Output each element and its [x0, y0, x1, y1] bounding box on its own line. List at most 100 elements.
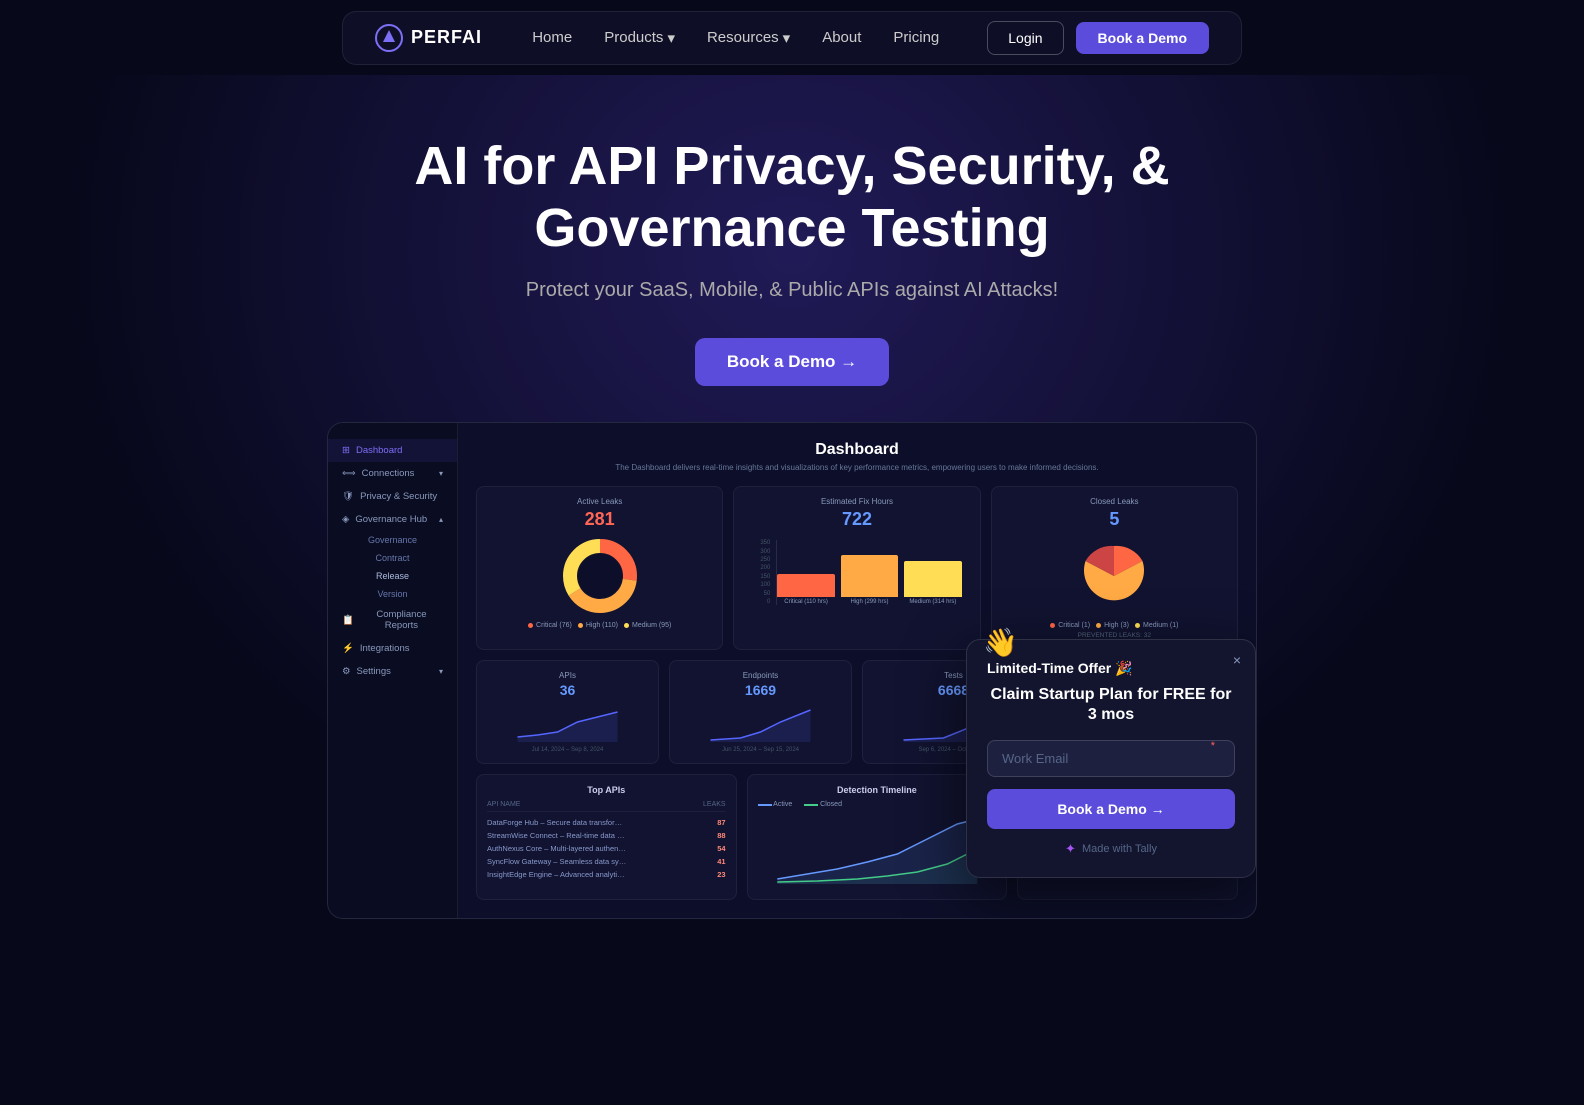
nav-pricing[interactable]: Pricing [893, 29, 939, 46]
table-row: AuthNexus Core – Multi-layered authentic… [487, 842, 726, 855]
high-dot [578, 623, 583, 628]
integrations-icon: ⚡ [342, 643, 354, 654]
bar-critical [777, 574, 834, 597]
table-row: DataForge Hub – Secure data transformati… [487, 816, 726, 829]
table-row: StreamWise Connect – Real-time data stre… [487, 829, 726, 842]
fix-hours-value: 722 [744, 509, 969, 530]
hand-emoji: 👋 [983, 626, 1018, 659]
hero-section: AI for API Privacy, Security, & Governan… [0, 75, 1584, 959]
logo[interactable]: PERFAI [375, 24, 482, 52]
required-indicator: * [1211, 740, 1215, 752]
logo-text: PERFAI [411, 27, 482, 48]
sidebar-label-privacy: Privacy & Security [360, 491, 437, 502]
top-apis-header: API NAME LEAKS [487, 801, 726, 812]
chevron-down-icon: ▾ [783, 29, 791, 47]
metric-fix-hours: Estimated Fix Hours 722 3503002502001501… [733, 486, 980, 650]
fix-hours-label: Estimated Fix Hours [744, 497, 969, 506]
nav-resources[interactable]: Resources ▾ [707, 29, 790, 47]
top-apis-title: Top APIs [487, 785, 726, 795]
metric-endpoints: Endpoints 1669 Jun 25, 2024 – Sep 15, 20… [669, 660, 852, 764]
active-leaks-legend: Critical (76) High (110) Medium (95) [487, 622, 712, 629]
endpoints-date-range: Jun 25, 2024 – Sep 15, 2024 [680, 747, 841, 753]
apis-date-range: Jul 14, 2024 – Sep 8, 2024 [487, 747, 648, 753]
privacy-icon: 🛡 [342, 491, 354, 502]
sidebar-label-integrations: Integrations [360, 643, 410, 654]
closed-leaks-label: Closed Leaks [1002, 497, 1227, 506]
sidebar-sub-governance[interactable]: Governance [328, 531, 457, 549]
active-leaks-label: Active Leaks [487, 497, 712, 506]
email-field[interactable] [987, 740, 1235, 777]
popup-email-wrap: * [987, 740, 1235, 777]
closed-line-icon [804, 804, 818, 806]
dashboard-icon: ⊞ [342, 445, 350, 456]
chevron-icon: ▾ [439, 469, 443, 478]
medium-dot2 [1135, 623, 1140, 628]
nav-about[interactable]: About [822, 29, 861, 46]
endpoints-value: 1669 [680, 682, 841, 698]
closed-leaks-pie [1002, 536, 1227, 616]
apis-value: 36 [487, 682, 648, 698]
hero-subtitle: Protect your SaaS, Mobile, & Public APIs… [20, 279, 1564, 302]
active-leaks-donut [487, 536, 712, 616]
active-leaks-value: 281 [487, 509, 712, 530]
sidebar-label-dashboard: Dashboard [356, 445, 402, 456]
sidebar-sub-release[interactable]: Release [328, 567, 457, 585]
closed-leaks-value: 5 [1002, 509, 1227, 530]
endpoints-label: Endpoints [680, 671, 841, 680]
popup-book-demo-button[interactable]: Book a Demo → [987, 789, 1235, 829]
logo-icon [375, 24, 403, 52]
high-dot2 [1096, 623, 1101, 628]
sidebar-sub-contract[interactable]: Contract [328, 549, 457, 567]
nav-home[interactable]: Home [532, 29, 572, 46]
popup-offer: 👋 × Limited-Time Offer 🎉 Claim Startup P… [966, 639, 1256, 879]
chevron-down-icon: ▾ [439, 667, 443, 676]
dashboard-subtitle: The Dashboard delivers real-time insight… [476, 463, 1238, 472]
compliance-icon: 📋 [342, 615, 354, 626]
nav-products[interactable]: Products ▾ [604, 29, 675, 47]
connections-icon: ⟺ [342, 468, 356, 479]
timeline-legend: Active Closed [758, 801, 997, 808]
sidebar-label-governance: Governance Hub [355, 514, 427, 525]
sidebar-item-settings[interactable]: ⚙ Settings ▾ [328, 660, 457, 683]
sidebar-item-privacy[interactable]: 🛡 Privacy & Security [328, 485, 457, 508]
sidebar-item-connections[interactable]: ⟺ Connections ▾ [328, 462, 457, 485]
detection-timeline-title: Detection Timeline [758, 785, 997, 795]
popup-close-button[interactable]: × [1233, 652, 1241, 668]
active-line-icon [758, 804, 772, 806]
closed-leaks-legend: Critical (1) High (3) Medium (1) [1002, 622, 1227, 629]
metric-active-leaks: Active Leaks 281 [476, 486, 723, 650]
login-button[interactable]: Login [987, 21, 1063, 55]
sidebar-item-compliance[interactable]: 📋 Compliance Reports [328, 603, 457, 637]
book-demo-hero-button[interactable]: Book a Demo → [695, 338, 889, 386]
bar-high [841, 555, 898, 597]
bar-medium [904, 561, 961, 597]
popup-footer: ✦ Made with Tally [987, 841, 1235, 857]
table-row: SyncFlow Gateway – Seamless data synchro… [487, 855, 726, 868]
metric-apis: APIs 36 Jul 14, 2024 – Sep 8, 2024 [476, 660, 659, 764]
chevron-down-icon: ▾ [667, 29, 675, 47]
chevron-up-icon: ▴ [439, 515, 443, 524]
dashboard-title: Dashboard [476, 441, 1238, 459]
metrics-row-1: Active Leaks 281 [476, 486, 1238, 650]
sidebar: ⊞ Dashboard ⟺ Connections ▾ 🛡 Privacy & … [328, 423, 458, 918]
popup-claim-label: Claim Startup Plan for FREE for 3 mos [987, 685, 1235, 727]
settings-icon: ⚙ [342, 666, 351, 677]
made-with-tally: Made with Tally [1082, 843, 1157, 855]
popup-offer-label: Limited-Time Offer 🎉 [987, 660, 1235, 677]
sidebar-sub-version[interactable]: Version [328, 585, 457, 603]
sidebar-item-dashboard[interactable]: ⊞ Dashboard [328, 439, 457, 462]
metric-closed-leaks: Closed Leaks 5 [991, 486, 1238, 650]
book-demo-nav-button[interactable]: Book a Demo [1076, 22, 1209, 54]
sidebar-item-governance[interactable]: ◈ Governance Hub ▴ [328, 508, 457, 531]
medium-dot [624, 623, 629, 628]
sidebar-label-connections: Connections [362, 468, 415, 479]
critical-dot [528, 623, 533, 628]
critical-dot2 [1050, 623, 1055, 628]
table-row: InsightEdge Engine – Advanced analytics … [487, 868, 726, 881]
top-apis-card: Top APIs API NAME LEAKS DataForge Hub – … [476, 774, 737, 900]
tally-icon: ✦ [1065, 841, 1076, 857]
hero-title: AI for API Privacy, Security, & Governan… [342, 135, 1242, 259]
dashboard-preview: ⊞ Dashboard ⟺ Connections ▾ 🛡 Privacy & … [327, 422, 1257, 919]
sidebar-item-integrations[interactable]: ⚡ Integrations [328, 637, 457, 660]
sidebar-label-compliance: Compliance Reports [360, 609, 443, 631]
